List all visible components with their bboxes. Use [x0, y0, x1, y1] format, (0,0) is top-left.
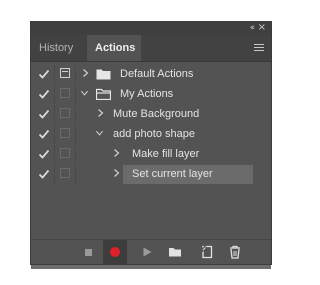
chevron-right-icon[interactable] — [81, 68, 90, 78]
dialog-toggle-icon[interactable] — [60, 88, 70, 98]
action-set-row[interactable]: Default Actions — [31, 65, 271, 84]
folder-open-icon — [96, 88, 111, 100]
dialog-toggle-icon[interactable] — [60, 148, 70, 158]
panel-menu-icon[interactable] — [254, 44, 264, 52]
action-set-label: My Actions — [120, 88, 174, 100]
action-label: Mute Background — [113, 108, 200, 120]
panel-title-strip: ‹‹ × — [31, 22, 271, 35]
record-button[interactable] — [103, 240, 127, 264]
folder-icon[interactable] — [168, 245, 182, 259]
dialog-toggle-icon[interactable] — [60, 68, 70, 78]
checkmark-icon[interactable] — [38, 108, 50, 120]
action-step-row[interactable]: Make fill layer — [31, 145, 271, 164]
step-label: Make fill layer — [132, 148, 200, 160]
record-icon[interactable] — [108, 245, 122, 259]
actions-panel: ‹‹ × History Actions Default Actions My … — [30, 21, 272, 269]
checkmark-icon[interactable] — [38, 88, 50, 100]
tab-history[interactable]: History — [31, 35, 81, 61]
checkmark-icon[interactable] — [38, 148, 50, 160]
play-icon[interactable] — [140, 245, 154, 259]
action-label: add photo shape — [113, 128, 195, 140]
stop-icon[interactable] — [81, 245, 95, 259]
bottom-toolbar — [31, 239, 271, 264]
chevron-right-icon[interactable] — [96, 108, 105, 118]
tab-actions[interactable]: Actions — [87, 35, 141, 61]
step-label: Set current layer — [132, 168, 213, 180]
trash-icon[interactable] — [228, 245, 242, 259]
action-step-row-selected[interactable]: Set current layer — [31, 165, 271, 184]
new-action-icon[interactable] — [200, 245, 214, 259]
action-set-row[interactable]: My Actions — [31, 85, 271, 104]
action-row[interactable]: add photo shape — [31, 125, 271, 144]
checkmark-icon[interactable] — [38, 128, 50, 140]
checkmark-icon[interactable] — [38, 68, 50, 80]
close-icon[interactable]: × — [258, 22, 266, 33]
folder-icon — [96, 69, 111, 80]
panel-resize-grip[interactable] — [31, 265, 271, 269]
dialog-toggle-icon[interactable] — [60, 108, 70, 118]
chevron-right-icon[interactable] — [112, 148, 121, 158]
collapse-icon[interactable]: ‹‹ — [250, 23, 255, 33]
checkmark-icon[interactable] — [38, 168, 50, 180]
dialog-toggle-icon[interactable] — [60, 128, 70, 138]
action-set-label: Default Actions — [120, 68, 194, 80]
action-row[interactable]: Mute Background — [31, 105, 271, 124]
dialog-toggle-icon[interactable] — [60, 168, 70, 178]
chevron-down-icon[interactable] — [80, 88, 89, 98]
tab-bar: History Actions — [31, 35, 271, 62]
chevron-right-icon[interactable] — [112, 168, 121, 178]
chevron-down-icon[interactable] — [95, 128, 104, 138]
